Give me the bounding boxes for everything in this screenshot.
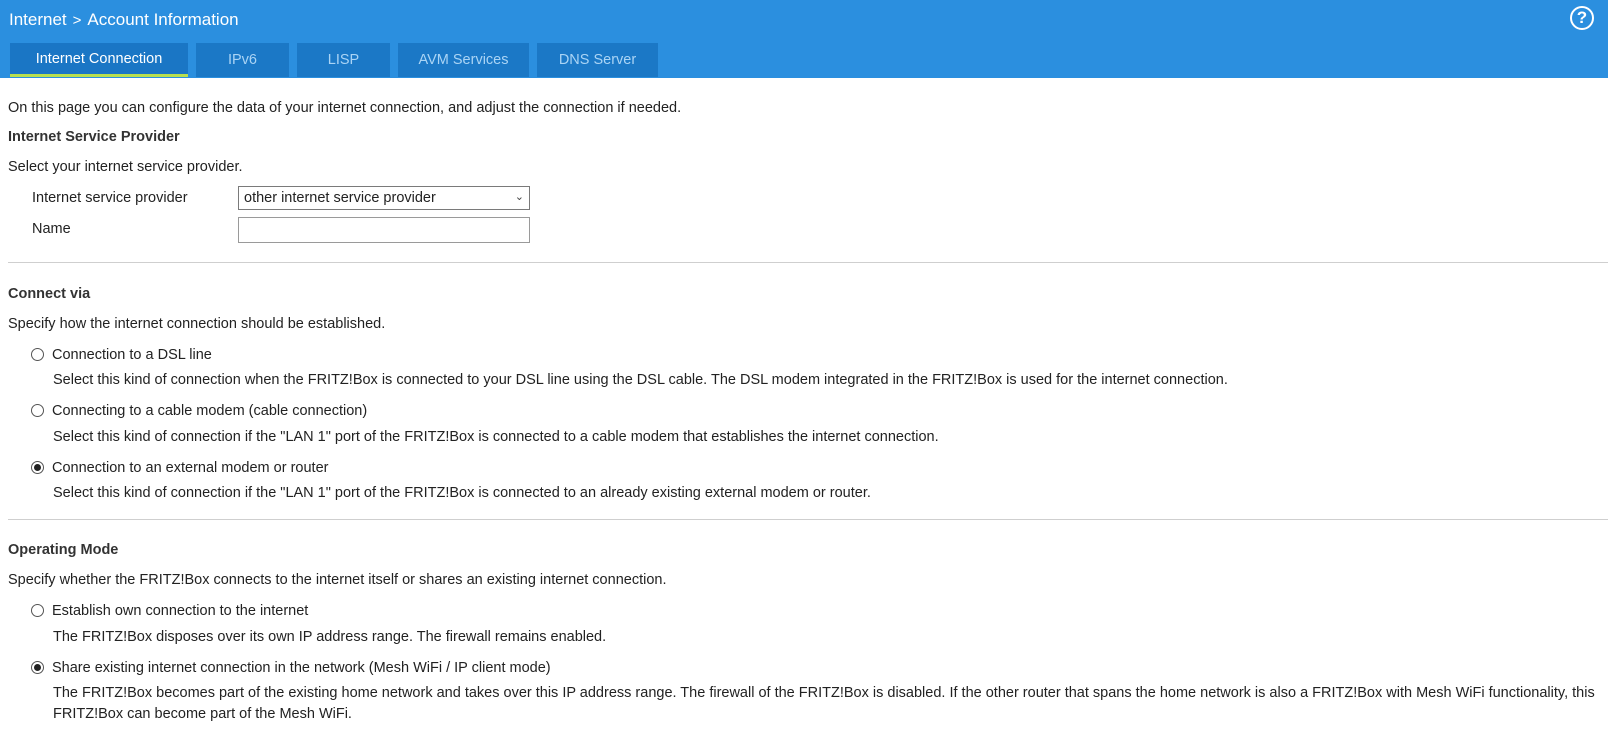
tab-dns-server[interactable]: DNS Server <box>537 43 658 77</box>
breadcrumb-root[interactable]: Internet <box>9 10 67 30</box>
radio-external-modem[interactable] <box>31 461 44 474</box>
operating-mode-description: Specify whether the FRITZ!Box connects t… <box>8 572 667 588</box>
breadcrumb-separator-icon: > <box>72 11 82 29</box>
option-desc-share-connection: The FRITZ!Box becomes part of the existi… <box>53 685 1595 722</box>
section-divider <box>8 519 1608 520</box>
radio-share-connection[interactable] <box>31 661 44 674</box>
isp-provider-select[interactable]: other internet service provider ⌄ <box>238 186 530 210</box>
option-label-external-modem[interactable]: Connection to an external modem or route… <box>52 460 328 476</box>
page-header: Internet > Account Information ? Interne… <box>0 0 1608 78</box>
isp-description: Select your internet service provider. <box>8 159 243 175</box>
option-desc-external-modem: Select this kind of connection if the "L… <box>53 485 871 501</box>
isp-provider-value: other internet service provider <box>244 190 436 206</box>
operating-mode-heading: Operating Mode <box>8 542 119 558</box>
name-input[interactable] <box>238 217 530 243</box>
tab-internet-connection[interactable]: Internet Connection <box>10 43 188 77</box>
option-desc-own-connection: The FRITZ!Box disposes over its own IP a… <box>53 629 607 645</box>
tab-avm-services[interactable]: AVM Services <box>398 43 529 77</box>
chevron-down-icon: ⌄ <box>514 191 524 203</box>
isp-provider-label: Internet service provider <box>32 190 188 206</box>
help-icon[interactable]: ? <box>1570 6 1594 30</box>
option-label-own-connection[interactable]: Establish own connection to the internet <box>52 603 308 619</box>
radio-cable-modem[interactable] <box>31 404 44 417</box>
isp-heading: Internet Service Provider <box>8 129 180 145</box>
option-label-dsl-line[interactable]: Connection to a DSL line <box>52 347 212 363</box>
tab-ipv6[interactable]: IPv6 <box>196 43 289 77</box>
option-desc-cable-modem: Select this kind of connection if the "L… <box>53 429 939 445</box>
breadcrumb-current: Account Information <box>87 10 239 29</box>
connect-via-description: Specify how the internet connection shou… <box>8 316 386 332</box>
option-desc-dsl-line: Select this kind of connection when the … <box>53 372 1228 388</box>
connect-via-heading: Connect via <box>8 286 91 302</box>
tab-bar: Internet Connection IPv6 LISP AVM Servic… <box>10 43 666 77</box>
intro-text: On this page you can configure the data … <box>8 100 682 116</box>
breadcrumb: Internet > Account Information <box>9 9 239 31</box>
option-label-share-connection[interactable]: Share existing internet connection in th… <box>52 660 551 676</box>
section-divider <box>8 262 1608 263</box>
tab-lisp[interactable]: LISP <box>297 43 390 77</box>
name-label: Name <box>32 221 71 237</box>
radio-own-connection[interactable] <box>31 604 44 617</box>
option-label-cable-modem[interactable]: Connecting to a cable modem (cable conne… <box>52 403 367 419</box>
radio-dsl-line[interactable] <box>31 348 44 361</box>
